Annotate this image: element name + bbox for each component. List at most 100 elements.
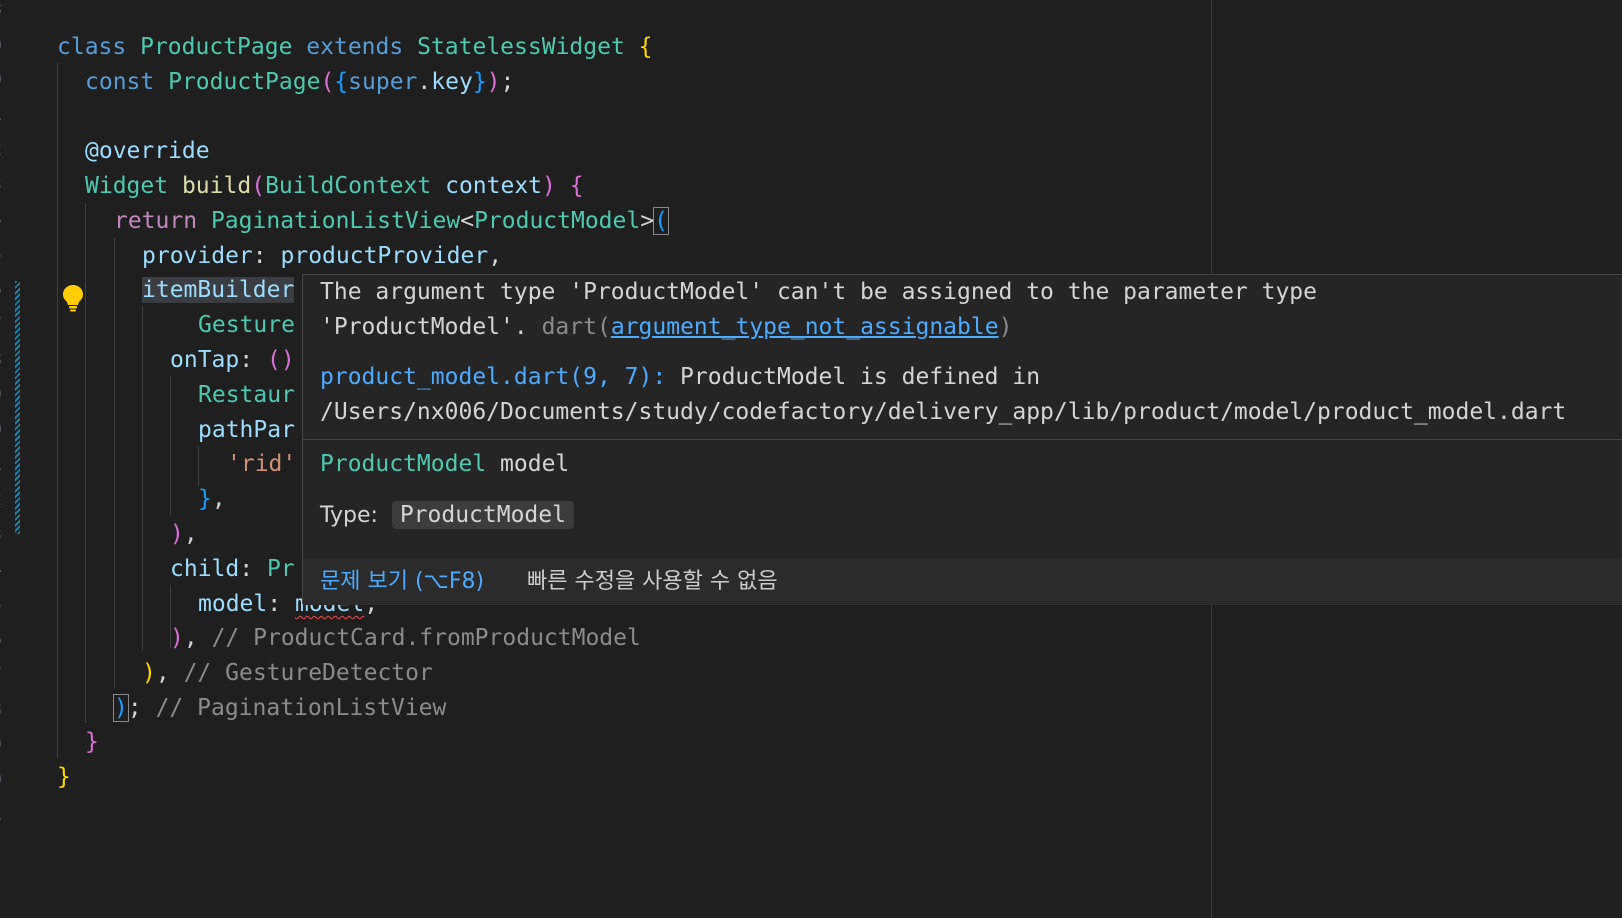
- token: BuildContext: [265, 173, 432, 199]
- indent-guide: [198, 446, 199, 486]
- line-number: 9: [0, 385, 3, 405]
- related-info-text: ProductModel is defined in: [680, 364, 1041, 390]
- token: <: [460, 208, 475, 234]
- token: 'rid': [227, 451, 297, 477]
- token: build: [181, 173, 252, 199]
- code-line[interactable]: ), // GestureDetector: [142, 655, 433, 691]
- code-line[interactable]: class ProductPage extends StatelessWidge…: [57, 29, 653, 65]
- code-line[interactable]: ); // PaginationListView: [113, 690, 446, 726]
- token: ,: [155, 660, 170, 686]
- code-line[interactable]: itemBuilder: [142, 272, 295, 308]
- line-number: 4: [0, 560, 3, 580]
- line-number: 8: [0, 350, 3, 370]
- token: :: [252, 243, 267, 269]
- view-problem-link[interactable]: 문제 보기 (⌥F8): [320, 559, 484, 605]
- token: StatelessWidget: [417, 34, 625, 60]
- code-line[interactable]: provider: productProvider,: [142, 238, 502, 274]
- indent-guide: [114, 238, 115, 688]
- line-number: 4: [0, 210, 3, 230]
- type-label: Type:: [320, 503, 378, 528]
- token: }: [472, 69, 487, 95]
- token: >: [640, 208, 655, 234]
- token: @override: [85, 138, 210, 164]
- line-number: 0: [0, 70, 3, 90]
- code-line[interactable]: }: [57, 759, 71, 795]
- line-number: 5: [0, 245, 3, 265]
- modified-lines-indicator[interactable]: [15, 281, 20, 534]
- type-badge: ProductModel: [391, 501, 574, 529]
- lightbulb-icon[interactable]: [62, 284, 84, 312]
- code-line[interactable]: onTap: (): [170, 342, 295, 378]
- code-line[interactable]: 'rid': [227, 446, 296, 482]
- related-info: /Users/nx006/Documents/study/codefactory…: [320, 395, 1566, 429]
- line-number: 3: [0, 175, 3, 195]
- code-line[interactable]: ), // ProductCard.fromProductModel: [170, 620, 641, 656]
- code-line[interactable]: },: [198, 481, 226, 517]
- inline-hint: // GestureDetector: [183, 660, 433, 686]
- signature-type: ProductModel: [320, 451, 487, 477]
- code-line[interactable]: @override: [85, 133, 210, 169]
- token: {: [334, 69, 349, 95]
- line-number: 1: [0, 805, 3, 825]
- error-message: 'ProductModel'. dart(argument_type_not_a…: [320, 310, 1012, 344]
- related-file-path: /Users/nx006/Documents/study/codefactory…: [320, 399, 1567, 425]
- code-line[interactable]: Widget build(BuildContext context) {: [85, 168, 584, 204]
- token: provider: [142, 243, 253, 269]
- code-line[interactable]: return PaginationListView<ProductModel>(: [114, 203, 669, 239]
- error-message-line: The argument type 'ProductModel' can't b…: [320, 279, 1317, 305]
- token: }: [57, 764, 71, 790]
- line-number: 7: [0, 665, 3, 685]
- no-quick-fix-label: 빠른 수정을 사용할 수 없음: [527, 569, 778, 594]
- line-number: 0: [0, 420, 3, 440]
- token: :: [239, 347, 254, 373]
- signature-name: model: [500, 451, 570, 477]
- token: :: [267, 591, 282, 617]
- line-number: 2: [0, 140, 3, 160]
- code-line[interactable]: Restaur: [198, 377, 295, 413]
- token: ): [486, 69, 501, 95]
- code-line[interactable]: child: Pr: [170, 551, 295, 587]
- diagnostic-source: dart(: [541, 314, 611, 340]
- token: itemBuilder: [142, 277, 295, 303]
- line-number: 2: [0, 490, 3, 510]
- related-location-link[interactable]: product_model.dart(9, 7):: [320, 364, 666, 390]
- token: ProductPage: [168, 69, 321, 95]
- line-number: 1: [0, 105, 3, 125]
- token: ;: [500, 69, 515, 95]
- token: }: [198, 486, 212, 512]
- token: ,: [183, 625, 198, 651]
- token: (: [320, 69, 335, 95]
- token: Widget: [85, 173, 169, 199]
- token: return: [114, 208, 198, 234]
- token: ,: [183, 521, 198, 547]
- token: model: [198, 591, 268, 617]
- hover-status-bar: 문제 보기 (⌥F8) 빠른 수정을 사용할 수 없음: [303, 559, 1622, 605]
- token: (): [266, 347, 295, 373]
- token: const: [85, 69, 155, 95]
- error-message-line: 'ProductModel'.: [320, 314, 528, 340]
- code-line[interactable]: const ProductPage({super.key});: [85, 64, 514, 100]
- code-line[interactable]: Gesture: [198, 307, 295, 343]
- token: ): [142, 660, 156, 686]
- line-number: 6: [0, 280, 3, 300]
- token: :: [239, 556, 254, 582]
- line-number: 6: [0, 630, 3, 650]
- token: class: [57, 34, 127, 60]
- code-line[interactable]: ),: [170, 516, 198, 552]
- token: super: [348, 69, 418, 95]
- diagnostic-hover-widget[interactable]: The argument type 'ProductModel' can't b…: [302, 274, 1622, 605]
- token: productProvider: [280, 243, 489, 269]
- token: .: [417, 69, 432, 95]
- line-number: 3: [0, 525, 3, 545]
- code-editor[interactable]: 8 0 0 1 2 3 4 5 6 7 8 9 0 1 2 3 4 5 6 7 …: [0, 0, 1622, 918]
- token: }: [85, 729, 99, 755]
- token: {: [569, 173, 584, 199]
- token: ProductModel: [474, 208, 641, 234]
- type-info: Type: ProductModel: [320, 498, 574, 533]
- matched-bracket: ): [113, 694, 129, 722]
- code-line[interactable]: pathPar: [198, 412, 295, 448]
- code-line[interactable]: }: [85, 724, 99, 760]
- indent-guide: [57, 63, 58, 758]
- token: ): [542, 173, 556, 199]
- diagnostic-code-link[interactable]: argument_type_not_assignable: [611, 314, 999, 340]
